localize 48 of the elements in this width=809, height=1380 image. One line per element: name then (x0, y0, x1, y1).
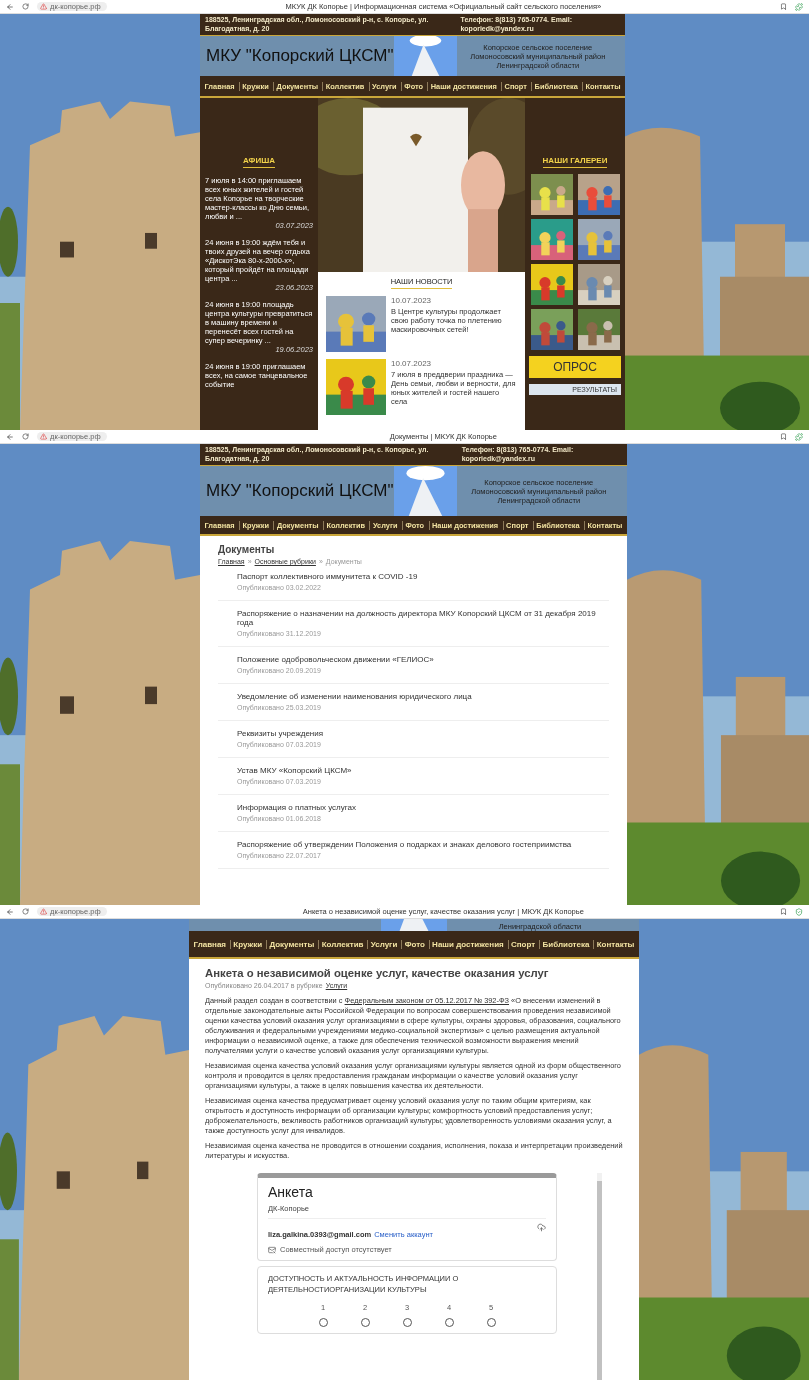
nav-link[interactable]: Спорт (507, 939, 538, 949)
back-icon[interactable] (6, 2, 14, 11)
article-title: Анкета о независимой оценке услуг, качестве оказания услуг (205, 967, 550, 979)
warning-icon (40, 3, 47, 10)
mail-icon (268, 1245, 276, 1254)
document-link[interactable]: Уведомление об изменении наименования юридического лица (237, 692, 609, 701)
warning-icon (40, 433, 47, 440)
document-link[interactable]: Распоряжение о назначении на должность директора МКУ Копорский ЦКСМ от 31 декабря 2019 года (237, 609, 609, 627)
nav-link[interactable]: Фото (401, 939, 428, 949)
site-title: МКУ "Копорский ЦКСМ" (206, 481, 394, 501)
nav-link[interactable]: Контакты (593, 939, 637, 949)
nav-link[interactable]: Главная (191, 939, 229, 949)
document-link[interactable]: Информация о платных услугах (237, 803, 609, 812)
nav-link[interactable]: Документы (265, 939, 317, 949)
news-date: 10.07.2023 (391, 359, 433, 368)
nav-link[interactable]: Кружки (229, 939, 265, 949)
news-date: 10.07.2023 (391, 296, 433, 305)
document-link[interactable]: Паспорт коллективного иммунитета к COVID -19 (237, 572, 609, 581)
document-link[interactable]: Распоряжение об утверждении Положения о подарках и знаках делового гостеприимства (237, 840, 609, 849)
bookmark-icon[interactable] (780, 3, 787, 10)
document-link[interactable]: Устав МКУ «Копорский ЦКСМ» (237, 766, 609, 775)
nav-link[interactable]: Библиотека (538, 939, 592, 949)
nav-link[interactable]: Коллектив (318, 939, 366, 949)
reload-icon[interactable] (22, 433, 29, 440)
extension-icon[interactable] (795, 2, 803, 11)
nav-link[interactable]: Услуги (367, 939, 400, 949)
reload-icon[interactable] (22, 908, 29, 915)
document-link[interactable]: Положение одобровольческом движении «ГЕЛИОС» (237, 655, 609, 664)
nav-link[interactable]: Наши достижения (428, 939, 507, 949)
reload-icon[interactable] (22, 3, 29, 10)
back-icon[interactable] (6, 907, 14, 916)
section-title: АФИША (243, 156, 275, 168)
form-title: Анкета (268, 1184, 314, 1200)
shield-icon[interactable] (795, 907, 803, 916)
bookmark-icon[interactable] (780, 908, 787, 915)
warning-icon (40, 908, 47, 915)
page-title: Документы (218, 544, 276, 555)
emblem-drawing (381, 919, 447, 931)
extension-icon[interactable] (795, 432, 803, 441)
section-title: НАШИ ГАЛЕРЕИ (542, 156, 608, 168)
cloud-icon (537, 1223, 546, 1232)
site-title: МКУ "Копорский ЦКСМ" (206, 46, 394, 66)
emblem-drawing (393, 36, 457, 76)
back-icon[interactable] (6, 432, 14, 441)
survey-button[interactable]: ОПРОС (529, 356, 621, 378)
document-link[interactable]: Реквизиты учреждения (237, 729, 609, 738)
bookmark-icon[interactable] (780, 433, 787, 440)
emblem-drawing (393, 466, 457, 516)
